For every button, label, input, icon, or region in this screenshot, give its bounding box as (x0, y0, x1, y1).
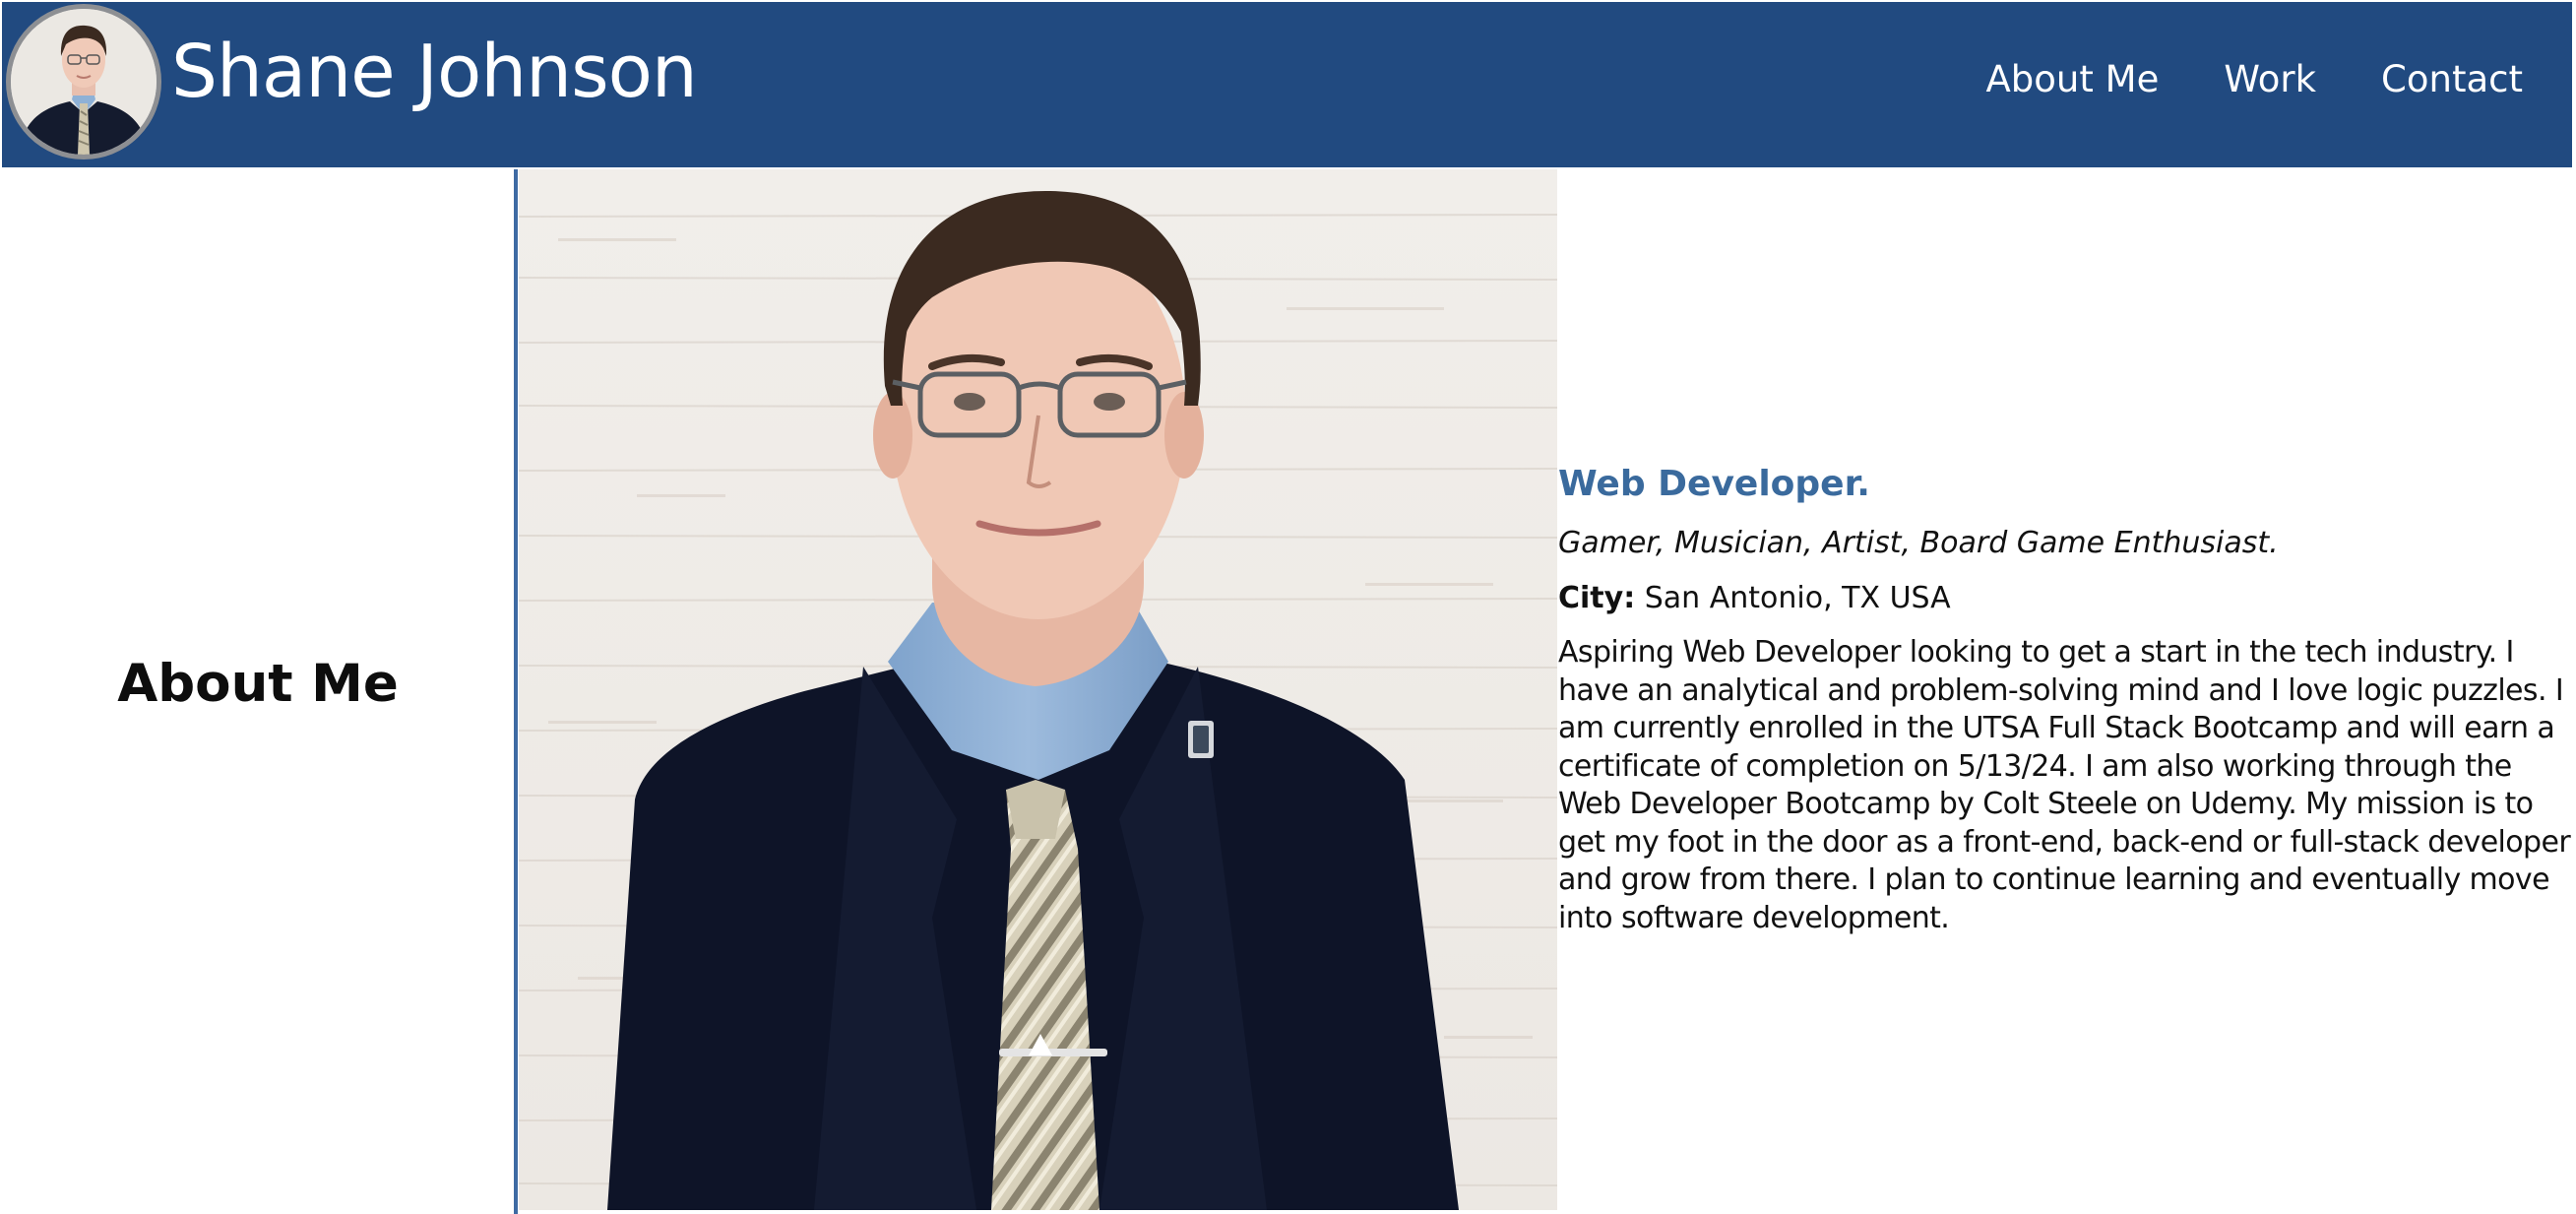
site-title: Shane Johnson (171, 30, 698, 114)
city-label: City: (1558, 581, 1636, 615)
bio-paragraph: Aspiring Web Developer looking to get a … (1558, 635, 2571, 935)
main-nav: About Me Work Contact (1986, 61, 2524, 97)
city-line: City: San Antonio, TX USA (1558, 579, 2572, 618)
section-divider (514, 169, 518, 1214)
about-info: Web Developer. Gamer, Musician, Artist, … (1558, 461, 2572, 937)
nav-link-work[interactable]: Work (2224, 61, 2316, 97)
about-me-heading: About Me (117, 654, 399, 714)
nav-link-contact[interactable]: Contact (2381, 61, 2523, 97)
profile-photo-icon (11, 9, 157, 155)
portrait-photo (519, 169, 1557, 1210)
role-title: Web Developer. (1558, 464, 1870, 504)
nav-link-about-me[interactable]: About Me (1986, 61, 2160, 97)
site-header: Shane Johnson About Me Work Contact (2, 2, 2572, 167)
hobbies-text: Gamer, Musician, Artist, Board Game Enth… (1558, 526, 2279, 560)
city-value: San Antonio, TX USA (1644, 581, 1951, 615)
portrait-photo-icon (519, 169, 1557, 1210)
avatar (6, 4, 161, 160)
